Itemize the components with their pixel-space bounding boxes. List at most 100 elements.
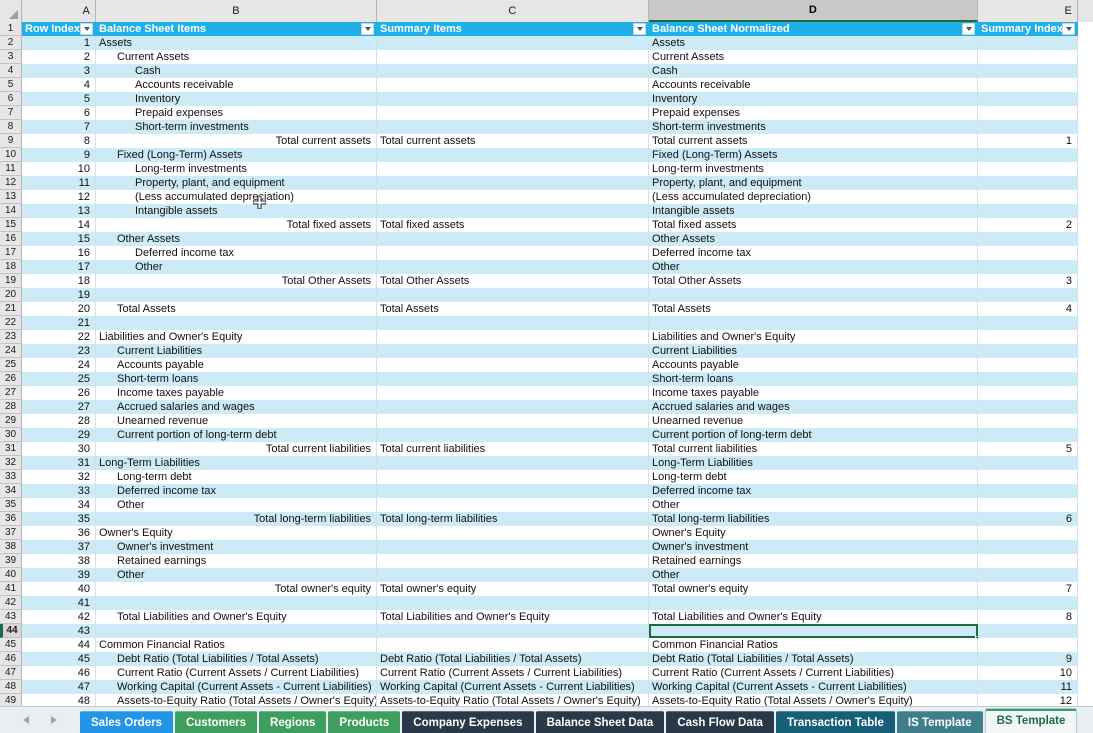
cell-balance-sheet-items[interactable]: Accounts receivable — [96, 78, 377, 92]
cell-balance-sheet-items[interactable]: Long-term investments — [96, 162, 377, 176]
cell-balance-sheet-normalized[interactable]: Retained earnings — [649, 554, 978, 568]
cell-row-index[interactable]: 35 — [22, 512, 96, 526]
cell-summary-index[interactable] — [978, 120, 1078, 134]
cell-balance-sheet-normalized[interactable]: Other — [649, 568, 978, 582]
cell-balance-sheet-normalized[interactable]: Other — [649, 260, 978, 274]
row-header-4[interactable]: 4 — [0, 64, 22, 78]
row-header-17[interactable]: 17 — [0, 246, 22, 260]
cell-summary-items[interactable] — [377, 330, 649, 344]
sheet-tab-regions[interactable]: Regions — [259, 711, 327, 733]
header-cell-row-index[interactable]: Row Index — [22, 22, 96, 36]
header-cell-balance-sheet-normalized[interactable]: Balance Sheet Normalized — [649, 22, 978, 36]
cell-summary-index[interactable] — [978, 148, 1078, 162]
cell-row-index[interactable]: 45 — [22, 652, 96, 666]
row-header-1[interactable]: 1 — [0, 22, 22, 36]
cell-row-index[interactable]: 37 — [22, 540, 96, 554]
row-header-31[interactable]: 31 — [0, 442, 22, 456]
cell-balance-sheet-normalized[interactable]: Accrued salaries and wages — [649, 400, 978, 414]
cell-summary-items[interactable]: Total fixed assets — [377, 218, 649, 232]
cell-row-index[interactable]: 12 — [22, 190, 96, 204]
cell-balance-sheet-items[interactable] — [96, 288, 377, 302]
cell-balance-sheet-normalized[interactable]: Total current liabilities — [649, 442, 978, 456]
cell-balance-sheet-normalized[interactable]: Income taxes payable — [649, 386, 978, 400]
cell-balance-sheet-normalized[interactable]: Other Assets — [649, 232, 978, 246]
cell-summary-items[interactable] — [377, 36, 649, 50]
row-header-25[interactable]: 25 — [0, 358, 22, 372]
cell-balance-sheet-items[interactable]: Inventory — [96, 92, 377, 106]
cell-summary-index[interactable]: 2 — [978, 218, 1078, 232]
cell-row-index[interactable]: 17 — [22, 260, 96, 274]
cell-balance-sheet-normalized[interactable]: Total fixed assets — [649, 218, 978, 232]
cell-row-index[interactable]: 46 — [22, 666, 96, 680]
cell-summary-items[interactable] — [377, 176, 649, 190]
cell-summary-index[interactable]: 8 — [978, 610, 1078, 624]
cell-balance-sheet-normalized[interactable]: Short-term investments — [649, 120, 978, 134]
cell-row-index[interactable]: 30 — [22, 442, 96, 456]
cell-summary-items[interactable] — [377, 400, 649, 414]
sheet-tab-is-template[interactable]: IS Template — [896, 711, 983, 733]
cell-balance-sheet-normalized[interactable]: Total Other Assets — [649, 274, 978, 288]
cell-balance-sheet-items[interactable]: Property, plant, and equipment — [96, 176, 377, 190]
cell-summary-index[interactable] — [978, 162, 1078, 176]
cell-row-index[interactable]: 19 — [22, 288, 96, 302]
cell-balance-sheet-normalized[interactable]: Current portion of long-term debt — [649, 428, 978, 442]
cell-summary-index[interactable] — [978, 484, 1078, 498]
row-header-13[interactable]: 13 — [0, 190, 22, 204]
cell-summary-items[interactable]: Total Assets — [377, 302, 649, 316]
cell-row-index[interactable]: 29 — [22, 428, 96, 442]
cell-balance-sheet-items[interactable]: Long-term debt — [96, 470, 377, 484]
cell-balance-sheet-items[interactable]: Total Other Assets — [96, 274, 377, 288]
cell-balance-sheet-normalized[interactable]: Owner's investment — [649, 540, 978, 554]
column-header-a[interactable]: A — [22, 0, 96, 22]
cell-summary-items[interactable]: Working Capital (Current Assets - Curren… — [377, 680, 649, 694]
cell-balance-sheet-normalized[interactable]: Long-Term Liabilities — [649, 456, 978, 470]
filter-dropdown-icon[interactable] — [633, 23, 646, 35]
cell-summary-index[interactable] — [978, 316, 1078, 330]
cell-balance-sheet-items[interactable]: Total Assets — [96, 302, 377, 316]
cell-summary-items[interactable] — [377, 78, 649, 92]
cell-balance-sheet-normalized[interactable]: Total owner's equity — [649, 582, 978, 596]
cell-row-index[interactable]: 18 — [22, 274, 96, 288]
cell-balance-sheet-normalized[interactable]: Current Liabilities — [649, 344, 978, 358]
cell-summary-index[interactable]: 9 — [978, 652, 1078, 666]
row-header-2[interactable]: 2 — [0, 36, 22, 50]
cell-row-index[interactable]: 3 — [22, 64, 96, 78]
cell-summary-items[interactable] — [377, 414, 649, 428]
cell-summary-items[interactable] — [377, 540, 649, 554]
row-header-34[interactable]: 34 — [0, 484, 22, 498]
cell-row-index[interactable]: 26 — [22, 386, 96, 400]
sheet-tab-products[interactable]: Products — [328, 711, 401, 733]
cell-balance-sheet-items[interactable]: Total Liabilities and Owner's Equity — [96, 610, 377, 624]
cell-balance-sheet-items[interactable]: Short-term investments — [96, 120, 377, 134]
cell-balance-sheet-normalized[interactable]: Fixed (Long-Term) Assets — [649, 148, 978, 162]
cell-summary-items[interactable] — [377, 260, 649, 274]
cell-summary-items[interactable] — [377, 232, 649, 246]
column-header-d[interactable]: D — [649, 0, 978, 22]
cell-summary-items[interactable] — [377, 92, 649, 106]
cell-row-index[interactable]: 20 — [22, 302, 96, 316]
sheet-tab-sales-orders[interactable]: Sales Orders — [80, 711, 173, 733]
cell-row-index[interactable]: 40 — [22, 582, 96, 596]
cell-balance-sheet-normalized[interactable] — [649, 624, 978, 638]
sheet-tab-bs-template[interactable]: BS Template — [984, 708, 1078, 733]
cell-balance-sheet-items[interactable]: Other — [96, 260, 377, 274]
row-header-30[interactable]: 30 — [0, 428, 22, 442]
cell-summary-index[interactable] — [978, 568, 1078, 582]
cell-summary-index[interactable]: 5 — [978, 442, 1078, 456]
cell-balance-sheet-normalized[interactable]: Deferred income tax — [649, 246, 978, 260]
cell-row-index[interactable]: 24 — [22, 358, 96, 372]
cell-row-index[interactable]: 43 — [22, 624, 96, 638]
row-header-15[interactable]: 15 — [0, 218, 22, 232]
row-header-7[interactable]: 7 — [0, 106, 22, 120]
cell-summary-items[interactable] — [377, 568, 649, 582]
cell-balance-sheet-normalized[interactable]: Liabilities and Owner's Equity — [649, 330, 978, 344]
cell-summary-items[interactable] — [377, 316, 649, 330]
cell-summary-index[interactable] — [978, 526, 1078, 540]
cell-summary-index[interactable] — [978, 50, 1078, 64]
cell-balance-sheet-items[interactable]: Retained earnings — [96, 554, 377, 568]
cell-balance-sheet-normalized[interactable]: Property, plant, and equipment — [649, 176, 978, 190]
cell-row-index[interactable]: 5 — [22, 92, 96, 106]
row-header-28[interactable]: 28 — [0, 400, 22, 414]
cell-row-index[interactable]: 8 — [22, 134, 96, 148]
cell-balance-sheet-normalized[interactable]: Total Liabilities and Owner's Equity — [649, 610, 978, 624]
